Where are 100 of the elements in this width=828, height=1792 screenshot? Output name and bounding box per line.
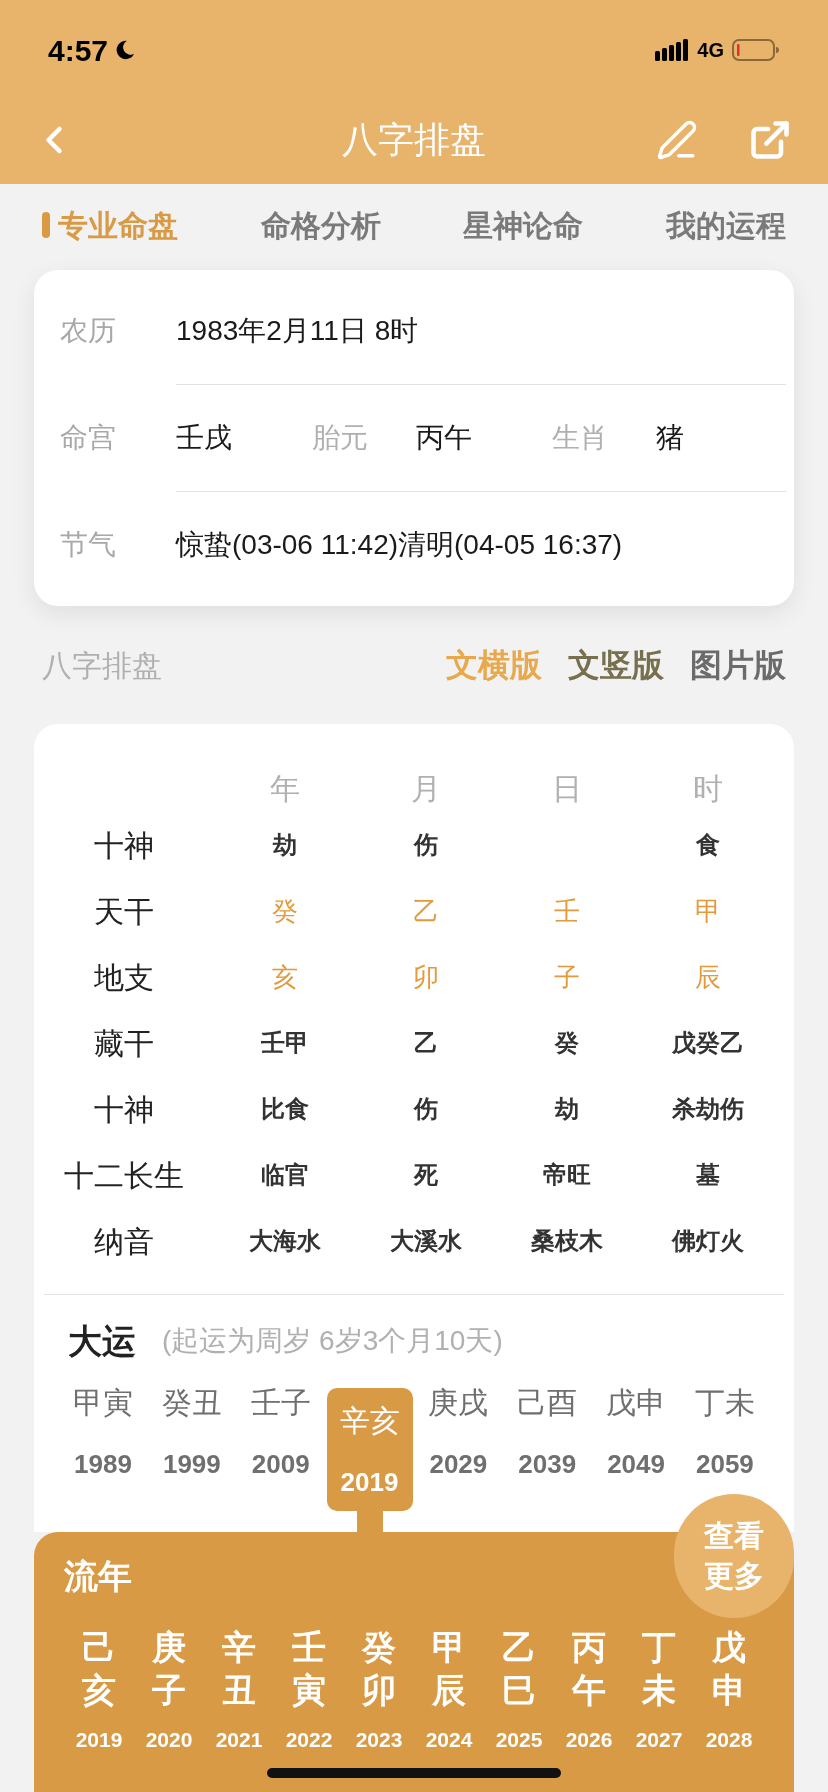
liunian-branch: 寅 [292,1670,326,1711]
liunian-stem: 辛 [222,1627,256,1668]
liunian-stem: 庚 [152,1627,186,1668]
chart-cell-text: 劫 [271,830,298,860]
dayun-item[interactable]: 辛亥 2019 [326,1388,413,1511]
info-value: 丙午 [416,421,472,455]
row-label: 十二长生 [63,1157,185,1194]
info-value: 猪 [656,421,684,455]
active-tab-indicator [42,212,50,238]
battery-icon [732,38,780,62]
chart-cell-text: 壬 [552,894,581,928]
column-header: 月 [409,770,442,807]
column-header: 日 [550,770,583,807]
chart-cell-text: 大海水 [247,1226,322,1256]
row-label: 纳音 [93,1223,155,1260]
version-toggle[interactable]: 文竖版 [568,641,664,689]
info-label: 生肖 [552,421,608,455]
row-label: 十神 [93,1091,155,1128]
chart-cell-text: 墓 [694,1160,721,1190]
liunian-stem: 癸 [362,1627,396,1668]
dayun-item[interactable]: 庚戌 2029 [415,1388,502,1488]
liunian-branch: 申 [712,1670,746,1711]
column-header: 年 [268,770,301,807]
pencil-icon[interactable] [656,119,698,161]
liunian-stem: 乙 [502,1627,536,1668]
row-label: 藏干 [93,1025,155,1062]
chart-cell-text: 辰 [693,960,722,994]
signal-icon [655,39,690,61]
tab[interactable]: 我的运程 [665,202,786,248]
liunian-year: 2020 [145,1727,193,1753]
chart-cell-text: 食 [694,830,721,860]
liunian-title: 流年 [64,1556,132,1597]
moon-icon [114,39,137,61]
version-toggle[interactable]: 图片版 [690,641,786,689]
liunian-branch: 辰 [432,1670,466,1711]
info-label: 农历 [60,314,117,348]
info-value: 1983年2月11日 8时 [176,314,419,348]
liunian-branch: 子 [152,1670,186,1711]
network-label: 4G [697,38,724,63]
chart-cell-text: 癸 [270,894,299,928]
tab[interactable]: 命格分析 [260,202,381,248]
tab[interactable]: 星神论命 [463,202,584,248]
liunian-branch: 亥 [82,1670,116,1711]
dayun-item[interactable]: 戊申 2049 [593,1388,680,1488]
dayun-item[interactable]: 丁未 2059 [681,1388,768,1488]
dayun-item[interactable]: 癸丑 1999 [148,1388,235,1488]
liunian-stem: 丁 [642,1627,676,1668]
column-header: 时 [691,770,724,807]
liunian-branch: 未 [642,1670,676,1711]
status-time: 4:57 [48,32,109,69]
dayun-note: (起运为周岁 6岁3个月10天) [162,1324,503,1358]
chart-cell-text: 比食 [259,1094,310,1124]
chart-cell-text: 死 [412,1160,439,1190]
row-label: 天干 [93,893,155,930]
liunian-stem: 甲 [432,1627,466,1668]
chart-cell-text: 亥 [270,960,299,994]
chart-cell-text: 桑枝木 [529,1226,604,1256]
info-label: 节气 [60,528,117,562]
liunian-stem: 壬 [292,1627,326,1668]
info-label: 命宫 [60,421,117,455]
chart-cell-text: 杀劫伤 [670,1094,745,1124]
liunian-branch: 丑 [222,1670,256,1711]
info-value: 惊蛰(03-06 11:42)清明(04-05 16:37) [176,528,623,562]
row-label: 十神 [93,827,155,864]
chart-cell-text: 劫 [553,1094,580,1124]
liunian-branch: 巳 [502,1670,536,1711]
page-title: 八字排盘 [342,118,486,162]
liunian-year: 2025 [495,1727,543,1753]
liunian-year: 2026 [565,1727,613,1753]
chart-cell-text: 乙 [411,894,440,928]
liunian-year: 2024 [425,1727,473,1753]
dayun-item[interactable]: 己酉 2039 [504,1388,591,1488]
liunian-year: 2022 [285,1727,333,1753]
chart-cell-text: 佛灯火 [670,1226,745,1256]
liunian-year: 2027 [635,1727,683,1753]
dayun-title: 大运 [68,1320,136,1362]
liunian-branch: 午 [572,1670,606,1711]
chart-cell-text: 甲 [693,894,722,928]
chart-cell-text: 癸 [553,1028,580,1058]
chart-cell-text: 伤 [412,830,439,860]
chart-cell-text: 壬甲 [259,1028,310,1058]
liunian-stem: 丙 [572,1627,606,1668]
liunian-year: 2021 [215,1727,263,1753]
chart-cell-text: 卯 [411,960,440,994]
chart-cell-text: 大溪水 [388,1226,463,1256]
dayun-item[interactable]: 甲寅 1989 [60,1388,146,1488]
liunian-year: 2019 [75,1727,123,1753]
liunian-stem: 戊 [712,1627,746,1668]
chart-cell-text: 帝旺 [541,1160,592,1190]
dayun-item[interactable]: 壬子 2009 [237,1388,324,1488]
share-icon[interactable] [748,118,792,162]
chart-cell-text: 临官 [259,1160,310,1190]
section-title: 八字排盘 [42,647,162,684]
liunian-stem: 己 [82,1627,116,1668]
row-label: 地支 [93,959,155,996]
chart-cell-text: 乙 [412,1028,439,1058]
info-label: 胎元 [312,421,368,455]
chart-cell-text: 戊癸乙 [670,1028,745,1058]
info-value: 壬戌 [176,421,232,455]
chart-cell-text: 伤 [412,1094,439,1124]
